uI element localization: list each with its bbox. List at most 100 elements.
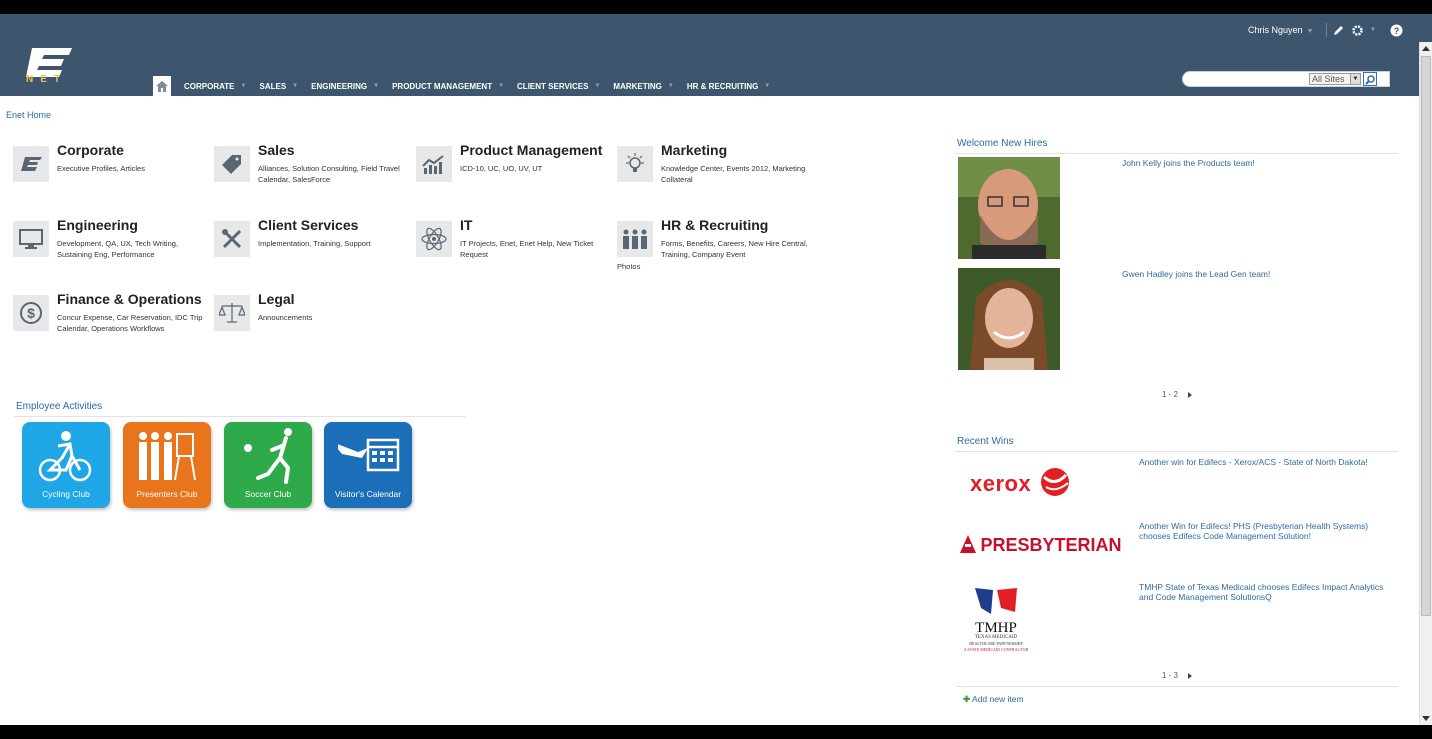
site-title[interactable]: HR & Recruiting [661,217,768,233]
people-icon [617,221,653,257]
site-desc: Concur Expense, Car Reservation, IDC Tri… [57,313,203,333]
nav-engineering[interactable]: ENGINEERING ▼ [298,76,379,96]
presenters-club-tile[interactable]: Presenters Club [123,422,211,508]
next-page-icon[interactable] [1188,391,1193,398]
top-bar: NET Chris Nguyen ▼ ▼ ? CORPORATE ▼ SALES ▼ … [0,14,1432,96]
site-title[interactable]: Client Services [258,217,358,233]
site-title[interactable]: Marketing [661,142,727,158]
scroll-down-icon [1422,716,1430,721]
club-label: Soccer Club [244,489,292,499]
tmhp-flag-icon [975,588,1017,614]
enet-logo-icon [13,146,49,182]
next-page-icon[interactable] [1188,672,1193,679]
site-desc: Development, QA, UX, Tech Writing, Susta… [57,239,179,259]
help-icon[interactable]: ? [1390,24,1403,37]
site-desc: Alliances, Solution Consulting, Field Tr… [258,164,400,184]
visitors-calendar-tile[interactable]: Visitor's Calendar [324,422,412,508]
new-hire-link[interactable]: Gwen Hadley joins the Lead Gen team! [1122,269,1270,279]
divider [955,451,1398,452]
presenters-icon [139,432,196,481]
recent-wins-pager: 1 - 3 [1162,671,1193,680]
chevron-down-icon: ▼ [1306,28,1314,35]
growth-chart-icon [416,146,452,182]
club-label: Presenters Club [136,489,198,499]
gear-icon[interactable] [1351,24,1364,37]
site-desc: Announcements [258,313,313,322]
new-hires-pager: 1 - 2 [1162,390,1193,399]
plane-calendar-icon [338,438,400,472]
chevron-down-icon[interactable]: ▼ [1370,27,1376,33]
user-name: Chris Nguyen [1248,25,1303,35]
nav-marketing[interactable]: MARKETING ▼ [600,76,673,96]
divider [955,686,1398,687]
xerox-logo[interactable]: xerox [970,467,1070,497]
nav-client-services[interactable]: CLIENT SERVICES ▼ [504,76,600,96]
user-menu[interactable]: Chris Nguyen ▼ [1248,25,1313,35]
site-desc: ICD-10, UC, UO, UV, UT [460,164,543,173]
presbyterian-logo[interactable]: PRESBYTERIAN [960,535,1121,556]
cycling-club-tile[interactable]: Cycling Club [22,422,110,508]
divider [14,416,466,417]
new-hires-title: Welcome New Hires [957,138,1048,149]
site-title[interactable]: Product Management [460,142,602,158]
nav-product-management[interactable]: PRODUCT MANAGEMENT ▼ [379,76,504,96]
lightbulb-icon [617,146,653,182]
chevron-down-icon: ▼ [1350,74,1360,84]
breadcrumb[interactable]: Enet Home [6,110,51,120]
recent-wins-title: Recent Wins [957,436,1014,447]
atom-icon [416,221,452,257]
cyclist-icon [38,431,92,482]
nav-corporate[interactable]: CORPORATE ▼ [171,76,246,96]
new-hire-link[interactable]: John Kelly joins the Products team! [1122,158,1255,168]
site-title[interactable]: IT [460,217,472,233]
pencil-icon[interactable] [1333,24,1345,36]
site-title[interactable]: Finance & Operations [57,291,202,307]
search-icon [1365,75,1375,85]
search-box[interactable]: All Sites ▼ [1182,71,1390,87]
site-desc: Executive Profiles, Articles [57,164,145,173]
home-icon [156,80,168,92]
header-tools: ▼ ? [1326,22,1403,38]
scroll-up-icon [1422,46,1430,51]
scales-icon [214,295,250,331]
club-label: Cycling Club [42,489,90,499]
hr-overflow-text: Photos [617,262,641,271]
soccer-player-icon [244,428,292,484]
nav-hr-recruiting[interactable]: HR & RECRUITING ▼ [674,76,771,96]
nav-home[interactable] [153,76,171,96]
site-desc: IT Projects, Enet, Enet Help, New Ticket… [460,239,594,259]
win-link[interactable]: Another win for Edifecs - Xerox/ACS - St… [1139,457,1389,467]
tag-icon [214,146,250,182]
page-frame: NET Chris Nguyen ▼ ▼ ? CORPORATE ▼ SALES ▼ … [0,14,1432,725]
svg-text:?: ? [1394,26,1400,36]
svg-text:$: $ [27,305,35,321]
new-hire-photo[interactable] [958,268,1060,370]
win-link[interactable]: Another Win for Edifecs! PHS (Presbyteri… [1139,521,1389,541]
nav-sales[interactable]: SALES ▼ [246,76,298,96]
site-title[interactable]: Legal [258,291,295,307]
site-title[interactable]: Engineering [57,217,138,233]
site-desc: Forms, Benefits, Careers, New Hire Centr… [661,239,808,259]
search-input[interactable] [1191,73,1305,85]
soccer-club-tile[interactable]: Soccer Club [224,422,312,508]
new-hire-photo[interactable] [958,157,1060,259]
presbyterian-mark-icon [960,535,976,553]
plus-icon: ✚ [963,694,971,704]
club-label: Visitor's Calendar [334,489,402,499]
search-button[interactable] [1363,72,1377,86]
site-title[interactable]: Corporate [57,142,124,158]
chevron-down-icon: ▼ [764,83,771,89]
win-link[interactable]: TMHP State of Texas Medicaid chooses Edi… [1139,582,1389,602]
search-scope-select[interactable]: All Sites ▼ [1309,73,1361,85]
logo-text: NET [26,74,67,85]
divider [1326,23,1327,37]
add-new-item-link[interactable]: ✚ Add new item [963,694,1024,704]
tmhp-logo[interactable]: TMHP TEXAS MEDICAID HEALTHCARE PARTNERSH… [960,586,1032,653]
site-desc: Implementation, Training, Support [258,239,371,248]
vertical-scrollbar[interactable] [1419,42,1432,725]
scroll-thumb[interactable] [1421,56,1431,616]
employee-activities-title: Employee Activities [16,401,103,412]
site-title[interactable]: Sales [258,142,295,158]
site-desc: Knowledge Center, Events 2012, Marketing… [661,164,806,184]
monitor-icon [13,221,49,257]
